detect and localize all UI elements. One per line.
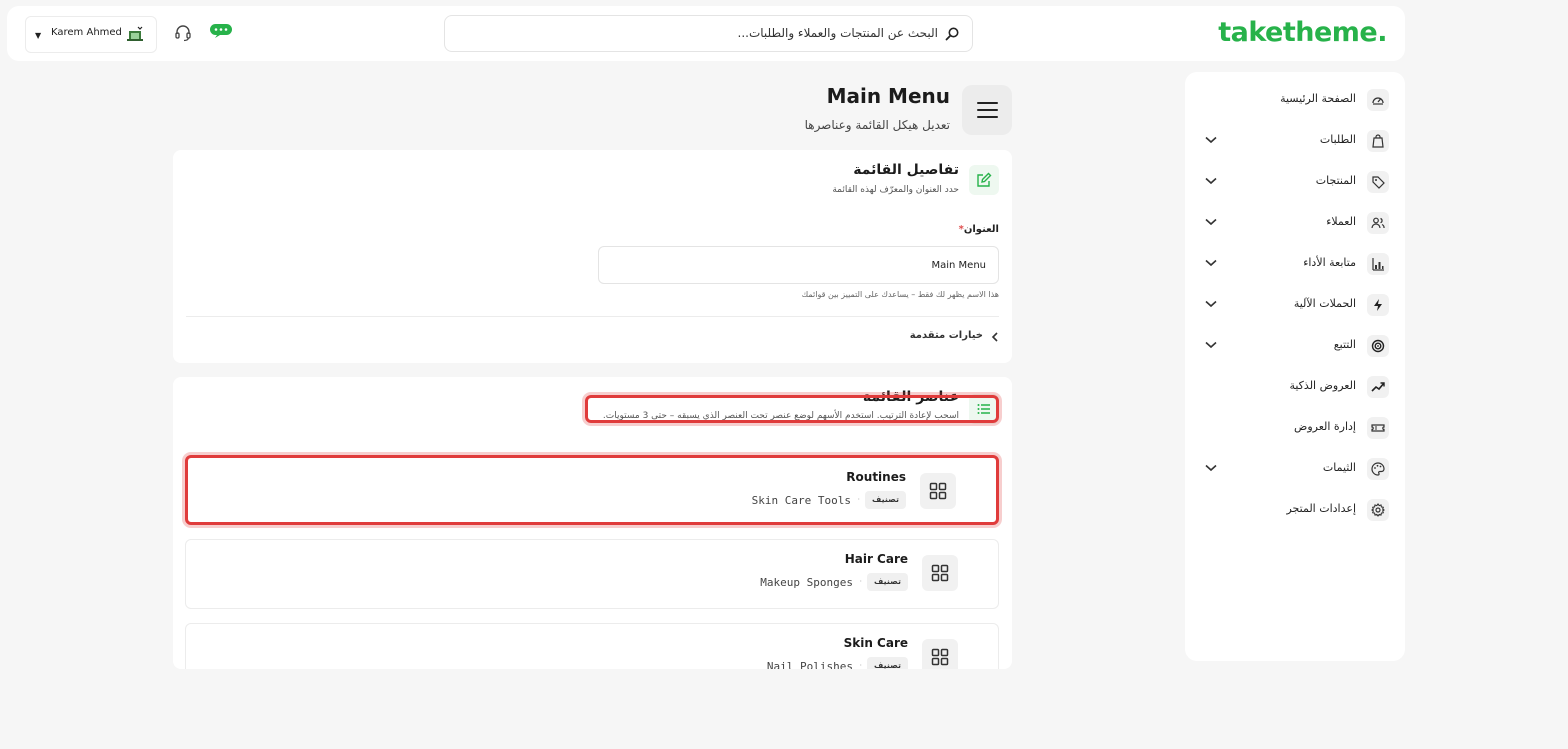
menu-details-card: تفاصيل القائمة حدد العنوان والمعرّف لهذه… — [173, 150, 1012, 363]
type-badge: تصنيف — [867, 657, 908, 669]
sidebar-item-performance[interactable]: متابعة الأداء — [1185, 249, 1405, 279]
card-description: حدد العنوان والمعرّف لهذه القائمة — [832, 185, 959, 195]
title-field-help: هذا الاسم يظهر لك فقط – يساعدك على التمي… — [801, 290, 999, 299]
shopping-bag-icon — [1367, 130, 1389, 152]
chevron-left-icon — [991, 332, 998, 342]
menu-item-title: Skin Care — [843, 636, 908, 650]
sidebar-item-label: الحملات الآلية — [1293, 297, 1356, 310]
chevron-down-icon[interactable] — [1205, 341, 1217, 349]
sidebar-item-label: الطلبات — [1319, 133, 1356, 146]
advanced-options-label: خيارات متقدمة — [909, 330, 983, 341]
trending-icon — [1367, 376, 1389, 398]
category-grid-icon — [922, 639, 958, 669]
menu-item-target: Makeup Sponges — [760, 576, 853, 589]
sidebar-item-store-settings[interactable]: إعدادات المتجر — [1185, 495, 1405, 525]
field-label-text: العنوان — [963, 224, 999, 235]
page-subtitle: تعديل هيكل القائمة وعناصرها — [804, 118, 950, 132]
caret-down-icon: ▼ — [35, 31, 42, 40]
divider — [186, 316, 999, 317]
users-icon — [1367, 212, 1389, 234]
category-grid-icon — [920, 473, 956, 509]
separator-dot: · — [857, 495, 860, 504]
palette-icon — [1367, 458, 1389, 480]
chevron-down-icon[interactable] — [1205, 177, 1217, 185]
sidebar-item-label: العروض الذكية — [1289, 379, 1356, 392]
category-grid-icon — [922, 555, 958, 591]
tag-icon — [1367, 171, 1389, 193]
sidebar-item-label: الثيمات — [1322, 461, 1356, 474]
separator-dot: · — [859, 661, 862, 669]
hamburger-line — [977, 102, 998, 104]
hamburger-menu-button[interactable] — [962, 85, 1012, 135]
sidebar-item-automations[interactable]: الحملات الآلية — [1185, 290, 1405, 320]
store-icon — [127, 26, 143, 41]
edit-icon — [969, 165, 999, 195]
title-input[interactable] — [598, 246, 999, 284]
menu-item-target: Nail Polishes — [766, 660, 853, 669]
menu-item-target: Skin Care Tools — [751, 494, 851, 507]
lightning-icon — [1367, 294, 1389, 316]
chevron-down-icon[interactable] — [1205, 464, 1217, 472]
search-placeholder: البحث عن المنتجات والعملاء والطلبات... — [737, 26, 939, 40]
sidebar-item-label: الصفحة الرئيسية — [1280, 92, 1356, 105]
title-field-label: العنوان* — [955, 224, 999, 235]
menu-item-title: Hair Care — [844, 552, 908, 566]
chevron-down-icon[interactable] — [1205, 300, 1217, 308]
sidebar-item-label: المنتجات — [1315, 174, 1356, 187]
user-name: Karem Ahmed — [51, 27, 122, 38]
page-title: Main Menu — [826, 84, 950, 108]
logo[interactable]: taketheme. — [1218, 17, 1387, 48]
menu-items-card: عناصر القائمة اسحب لإعادة الترتيب. استخد… — [173, 377, 1012, 669]
sidebar: الصفحة الرئيسية الطلبات المنتجات العملاء… — [1185, 72, 1405, 661]
type-badge: تصنيف — [867, 573, 908, 591]
user-menu[interactable]: ▼ Karem Ahmed — [25, 16, 157, 53]
sidebar-item-label: متابعة الأداء — [1303, 256, 1356, 269]
separator-dot: · — [859, 577, 862, 586]
sidebar-item-label: العملاء — [1326, 215, 1356, 228]
hamburger-line — [977, 116, 998, 118]
chevron-down-icon[interactable] — [1205, 136, 1217, 144]
sidebar-item-home[interactable]: الصفحة الرئيسية — [1185, 85, 1405, 115]
type-badge: تصنيف — [865, 491, 906, 509]
chat-bubble-icon[interactable] — [209, 23, 233, 39]
ticket-icon — [1367, 417, 1389, 439]
menu-item-row[interactable]: Hair Care تصنيف · Makeup Sponges — [185, 539, 999, 609]
top-bar: taketheme. البحث عن المنتجات والعملاء وا… — [7, 6, 1405, 61]
search-bar[interactable]: البحث عن المنتجات والعملاء والطلبات... — [444, 15, 973, 52]
sidebar-item-label: إدارة العروض — [1294, 420, 1356, 433]
sidebar-item-offer-management[interactable]: إدارة العروض — [1185, 413, 1405, 443]
card-title: تفاصيل القائمة — [853, 162, 959, 178]
sidebar-item-smart-offers[interactable]: العروض الذكية — [1185, 372, 1405, 402]
sidebar-item-tracking[interactable]: التتبع — [1185, 331, 1405, 361]
chevron-down-icon[interactable] — [1205, 259, 1217, 267]
dashboard-icon — [1367, 89, 1389, 111]
sidebar-item-themes[interactable]: الثيمات — [1185, 454, 1405, 484]
sidebar-item-orders[interactable]: الطلبات — [1185, 126, 1405, 156]
highlight-box — [585, 395, 999, 423]
menu-item-title: Routines — [846, 470, 906, 484]
menu-item-row[interactable]: Skin Care تصنيف · Nail Polishes — [185, 623, 999, 669]
hamburger-line — [977, 109, 998, 111]
menu-item-row[interactable]: Routines تصنيف · Skin Care Tools — [185, 455, 999, 525]
bar-chart-icon — [1367, 253, 1389, 275]
gear-icon — [1367, 499, 1389, 521]
advanced-options-toggle[interactable]: خيارات متقدمة — [879, 330, 999, 346]
search-icon — [945, 27, 959, 41]
sidebar-item-label: إعدادات المتجر — [1286, 502, 1356, 515]
sidebar-item-products[interactable]: المنتجات — [1185, 167, 1405, 197]
sidebar-item-label: التتبع — [1333, 338, 1356, 351]
sidebar-item-customers[interactable]: العملاء — [1185, 208, 1405, 238]
chevron-down-icon[interactable] — [1205, 218, 1217, 226]
support-headset-icon[interactable] — [174, 24, 192, 42]
target-icon — [1367, 335, 1389, 357]
